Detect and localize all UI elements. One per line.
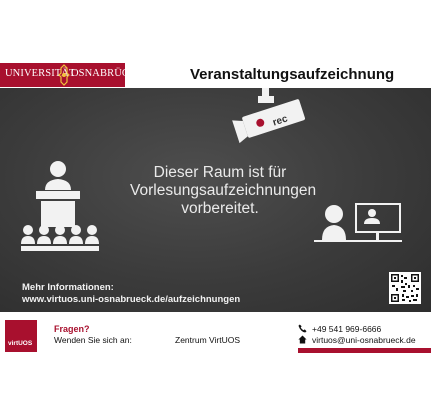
- university-seal-icon: [58, 64, 70, 86]
- house-icon: [298, 335, 307, 344]
- info-url[interactable]: www.virtuos.uni-osnabrueck.de/aufzeichnu…: [22, 294, 240, 305]
- header: UNIVERSITÄT OSNABRÜCK Veranstaltungsaufz…: [0, 0, 431, 88]
- university-logo: UNIVERSITÄT OSNABRÜCK: [0, 63, 137, 87]
- footer-question: Fragen?: [54, 324, 90, 334]
- message-line: Dieser Raum ist für: [153, 164, 287, 181]
- info-label: Mehr Informationen:: [22, 282, 114, 293]
- qr-code-icon[interactable]: [389, 272, 421, 304]
- virtuos-logo: virtUOS: [5, 320, 37, 352]
- document-title: Veranstaltungsaufzeichnung: [190, 66, 395, 83]
- viewer-at-monitor-icon: [314, 203, 402, 242]
- message-line: Vorlesungsaufzeichnungen: [130, 182, 317, 199]
- footer-contact-prompt: Wenden Sie sich an:: [54, 335, 132, 345]
- virtuos-logo-text: virtUOS: [8, 340, 33, 347]
- camera-icon: rec: [232, 88, 306, 144]
- logo-text-right: OSNABRÜCK: [71, 68, 137, 79]
- chalkboard: rec Dieser Raum ist für Vorlesungsaufzei…: [0, 88, 431, 312]
- message-line: vorbereitet.: [181, 200, 259, 217]
- phone-number[interactable]: +49 541 969-6666: [312, 324, 381, 334]
- email-address[interactable]: virtuos@uni-osnabrueck.de: [312, 335, 416, 345]
- phone-icon: [298, 324, 307, 333]
- board-message: Dieser Raum ist für Vorlesungsaufzeichnu…: [130, 164, 317, 218]
- footer: virtUOS Fragen? Wenden Sie sich an: Zent…: [0, 312, 431, 411]
- lectern-audience-icon: [21, 161, 99, 251]
- footer-department: Zentrum VirtUOS: [175, 335, 241, 345]
- phone-row: +49 541 969-6666: [298, 324, 381, 334]
- footer-accent-bar: [298, 348, 431, 353]
- email-row: virtuos@uni-osnabrueck.de: [298, 335, 416, 345]
